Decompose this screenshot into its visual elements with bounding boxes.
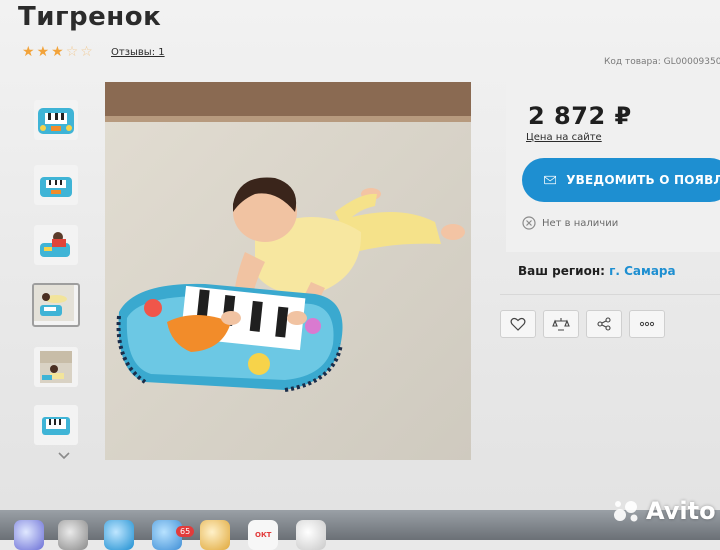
favorite-button[interactable] [500, 310, 536, 338]
region-link[interactable]: г. Самара [609, 264, 676, 278]
star-outline-icon: ☆ [65, 44, 79, 60]
star-outline-icon: ☆ [80, 44, 93, 60]
thumbnail-3[interactable] [34, 225, 78, 265]
main-product-image[interactable] [105, 82, 471, 460]
rating-stars: ★ ★ ★ ☆ ☆ [22, 45, 93, 59]
region-line: Ваш регион: г. Самара [518, 264, 676, 278]
safari-icon[interactable] [104, 520, 134, 550]
star-icon: ★ [36, 44, 50, 60]
more-icon [639, 321, 655, 327]
action-buttons [500, 310, 665, 338]
thumbnail-6[interactable] [34, 405, 78, 445]
mail-badge: 65 [176, 526, 195, 537]
price-note: Цена на сайте [526, 132, 602, 143]
calendar-month: ОКТ [255, 531, 272, 539]
more-button[interactable] [629, 310, 665, 338]
thumbnail-2[interactable] [34, 165, 78, 205]
product-page: Тигренок ★ ★ ★ ☆ ☆ Отзывы: 1 Код товара:… [0, 0, 720, 550]
thumbnail-1[interactable] [34, 100, 78, 140]
chevron-down-icon[interactable] [56, 448, 72, 464]
product-sku: Код товара: GL00009350 [604, 57, 720, 67]
stock-status-label: Нет в наличии [542, 217, 619, 229]
price-value: 2 872 ₽ [528, 102, 632, 130]
star-icon: ★ [22, 44, 35, 60]
avito-watermark: Avito [612, 497, 716, 525]
thumbnail-4[interactable] [32, 283, 80, 327]
star-icon: ★ [51, 44, 64, 60]
region-label: Ваш регион: [518, 264, 605, 278]
divider [500, 294, 720, 295]
notes-icon[interactable] [200, 520, 230, 550]
heart-icon [510, 317, 526, 331]
envelope-icon [544, 175, 557, 185]
notify-button-label: УВЕДОМИТЬ О ПОЯВЛЕ [566, 173, 720, 187]
siri-icon[interactable] [14, 520, 44, 550]
reviews-link[interactable]: Отзывы: 1 [111, 47, 165, 58]
avito-logo-icon [614, 501, 638, 522]
launchpad-icon[interactable] [58, 520, 88, 550]
watermark-text: Avito [646, 497, 716, 525]
product-title: Тигренок [18, 2, 162, 32]
unavailable-icon [522, 216, 536, 230]
compare-icon [552, 318, 570, 331]
compare-button[interactable] [543, 310, 579, 338]
share-icon [597, 317, 611, 331]
share-button[interactable] [586, 310, 622, 338]
photos-icon[interactable] [296, 520, 326, 550]
stock-status: Нет в наличии [522, 216, 618, 230]
notify-button[interactable]: УВЕДОМИТЬ О ПОЯВЛЕ [522, 158, 720, 202]
thumbnail-5[interactable] [34, 347, 78, 387]
